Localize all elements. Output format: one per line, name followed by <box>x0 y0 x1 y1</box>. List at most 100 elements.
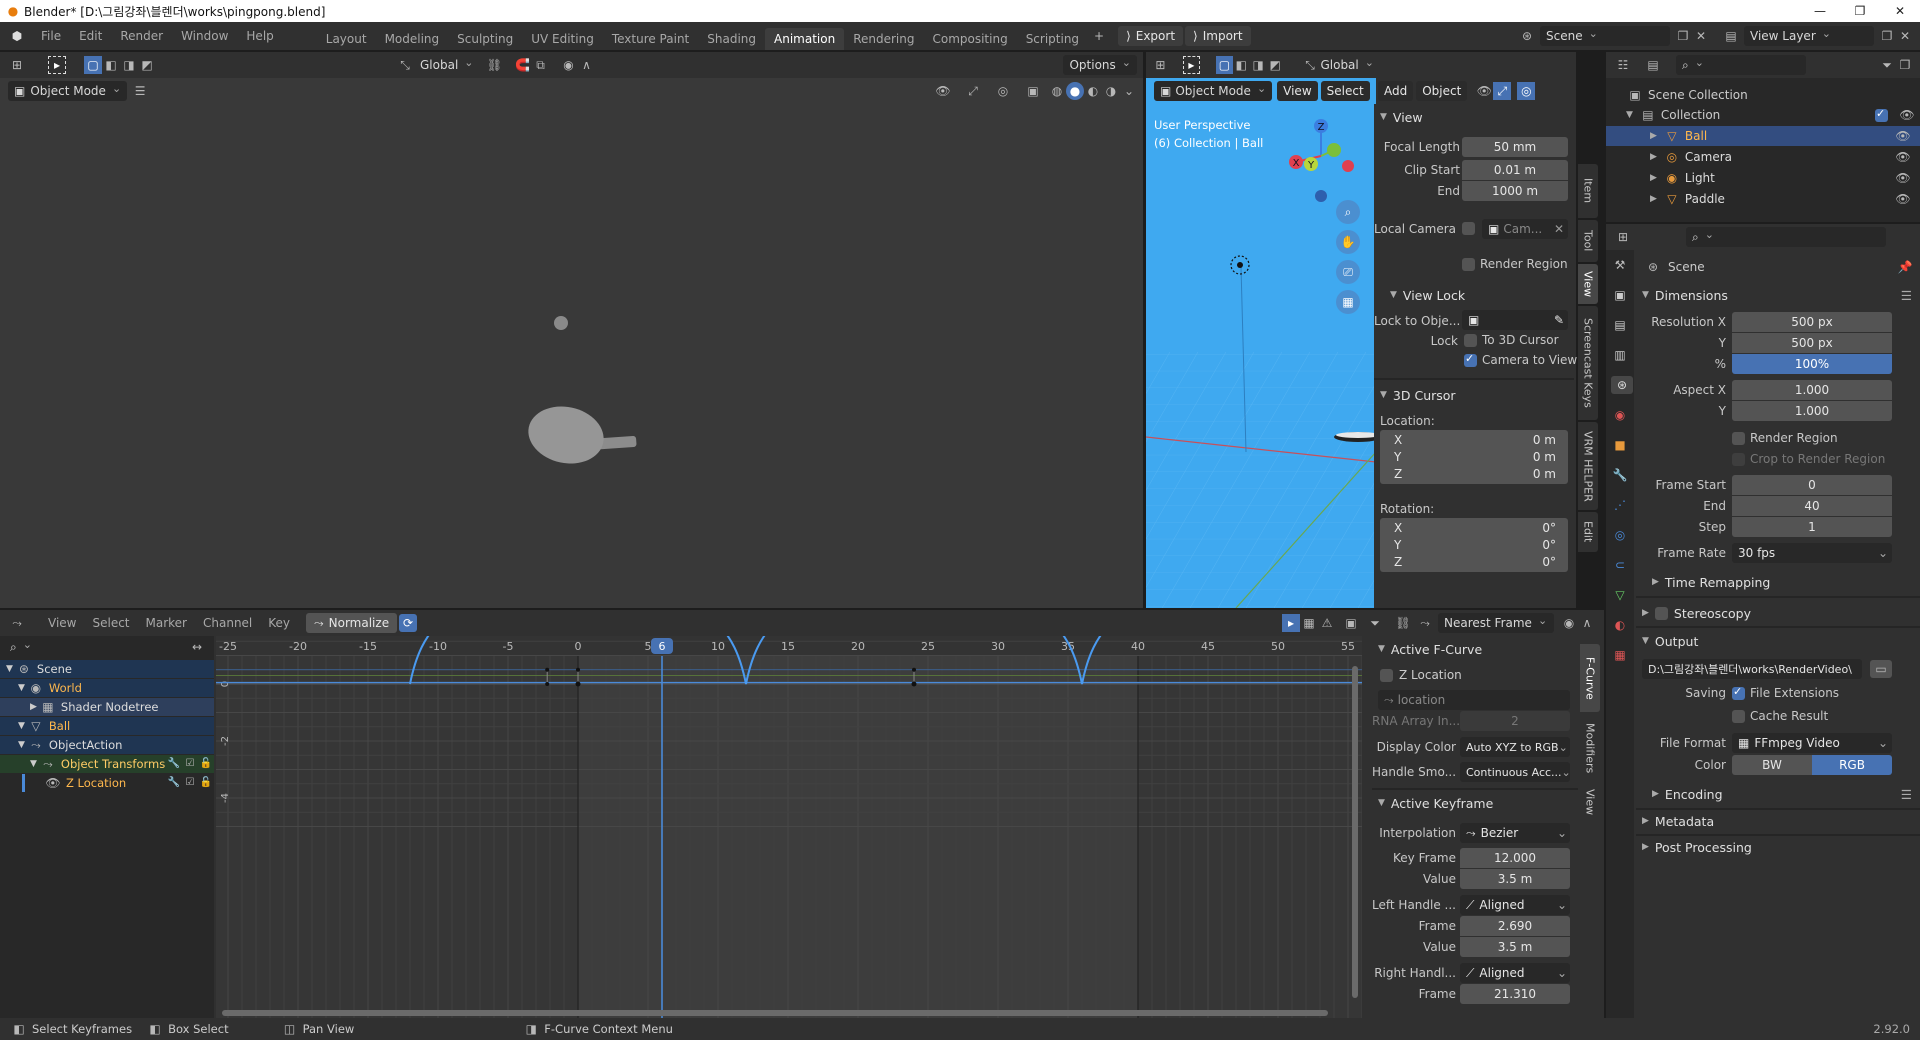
menu-render[interactable]: Render <box>111 22 172 50</box>
add-workspace-icon[interactable]: + <box>1090 27 1108 45</box>
outliner-search[interactable]: ⌕ <box>1676 55 1806 75</box>
graph-menu-key[interactable]: Key <box>260 612 298 634</box>
ortho-grid-icon[interactable]: ▦ <box>1336 290 1360 314</box>
gizmo-icon[interactable]: ⤢ <box>964 82 982 100</box>
select-mode-extend-icon[interactable]: ◧ <box>102 56 120 74</box>
fcurve-plot[interactable]: -25-20-15-10-50510152025303540455055420-… <box>216 636 1362 1018</box>
graph-tab-f-curve[interactable]: F-Curve <box>1580 644 1600 712</box>
resolution-x-field[interactable]: 500 px <box>1732 312 1892 332</box>
menu-window[interactable]: Window <box>172 22 237 50</box>
expand-channels-icon[interactable]: ↔ <box>188 638 206 656</box>
properties-tab-texture-icon[interactable]: ▦ <box>1611 646 1629 664</box>
3d-cursor-header[interactable]: ▼ 3D Cursor <box>1380 384 1456 406</box>
channel-expand-icon[interactable]: ▼ <box>6 664 13 674</box>
pan-hand-icon[interactable]: ✋ <box>1336 230 1360 254</box>
lock-icon[interactable]: 🔓 <box>198 755 214 773</box>
transform-dropdown-2[interactable]: Global <box>1318 55 1376 75</box>
select-mode-invert-icon[interactable]: ◩ <box>138 56 156 74</box>
dimensions-header[interactable]: ▼ Dimensions ☰ <box>1642 284 1912 306</box>
file-extensions-checkbox[interactable] <box>1732 685 1745 700</box>
proportional-icon[interactable]: ◉ <box>560 56 578 74</box>
expand-icon[interactable]: ▶ <box>1650 194 1657 204</box>
expand-icon[interactable]: ▶ <box>1650 152 1657 162</box>
encoding-presets-icon[interactable]: ☰ <box>1901 787 1912 802</box>
npanel-tab-item[interactable]: Item <box>1578 164 1598 218</box>
xray-icon[interactable]: ▣ <box>1024 82 1042 100</box>
active-fcurve-header[interactable]: ▼ Active F-Curve <box>1378 638 1482 660</box>
workspace-tab-texture-paint[interactable]: Texture Paint <box>603 28 698 50</box>
workspace-tab-sculpting[interactable]: Sculpting <box>448 28 522 50</box>
gizmo-icon-2[interactable]: ⤢ <box>1493 82 1512 100</box>
workspace-tab-shading[interactable]: Shading <box>698 28 765 50</box>
properties-tab-output-icon[interactable]: ▤ <box>1611 316 1629 334</box>
handle-smoothing-dropdown[interactable]: Continuous Acc... ⌄ <box>1460 762 1570 782</box>
workspace-tab-animation[interactable]: Animation <box>765 28 845 50</box>
graph-menu-marker[interactable]: Marker <box>138 612 195 634</box>
aspect-x-field[interactable]: 1.000 <box>1732 380 1892 400</box>
graph-menu-view[interactable]: View <box>40 612 84 634</box>
visibility-eye-icon[interactable]: 👁 <box>1894 190 1912 208</box>
filter-icon[interactable]: ⏷ <box>1878 56 1896 74</box>
new-view-layer-icon[interactable]: ❐ <box>1878 27 1896 45</box>
post-processing-header[interactable]: ▶ Post Processing <box>1642 836 1752 858</box>
frame-step-field[interactable]: 1 <box>1732 517 1892 537</box>
pivot-icon[interactable]: ⛓ <box>486 56 504 74</box>
modifier-toggle-icon[interactable]: 🔧 <box>166 774 182 792</box>
shading-wire-icon[interactable]: ◍ <box>1048 82 1066 100</box>
properties-tab-data-icon[interactable]: ▽ <box>1611 586 1629 604</box>
color-bw-button[interactable]: BW <box>1732 755 1812 775</box>
render-region-checkbox[interactable] <box>1462 258 1475 271</box>
crop-checkbox[interactable] <box>1732 453 1745 466</box>
channel-expand-icon[interactable]: ▼ <box>18 683 25 693</box>
channel-expand-icon[interactable]: ▼ <box>30 759 37 769</box>
frame-start-field[interactable]: 0 <box>1732 475 1892 495</box>
frame-rate-dropdown[interactable]: 30 fps ⌄ <box>1732 543 1892 563</box>
normalize-toggle[interactable]: ⤳ Normalize <box>306 613 398 633</box>
encoding-header[interactable]: ▶ Encoding ☰ <box>1652 783 1912 805</box>
select-mode-new-icon[interactable]: ▢ <box>84 56 102 74</box>
only-selected-icon[interactable]: ▸ <box>1282 614 1300 632</box>
expand-icon[interactable]: ▶ <box>1650 173 1657 183</box>
select-mode-subtract-icon-2[interactable]: ◨ <box>1250 56 1267 74</box>
visibility-eye-icon[interactable]: 👁 <box>1894 169 1912 187</box>
camera-viewport[interactable]: ⊞ ▸ ▢ ◧ ◨ ◩ ⤡ Global ⛓ 🧲 ⧉ ◉ ∧ Options ▣… <box>0 52 1143 608</box>
cache-result-checkbox[interactable] <box>1732 710 1745 723</box>
object-menu[interactable]: Object <box>1416 81 1468 101</box>
display-mode-icon[interactable]: ▤ <box>1644 56 1662 74</box>
delete-view-layer-icon[interactable]: ✕ <box>1896 27 1914 45</box>
minimize-icon[interactable]: — <box>1800 2 1840 20</box>
channel-expand-icon[interactable]: ▼ <box>18 721 25 731</box>
export-button[interactable]: ⟩ Export <box>1118 26 1184 46</box>
transform-orientation-icon-2[interactable]: ⤡ <box>1302 56 1319 74</box>
stereoscopy-checkbox[interactable] <box>1654 606 1668 620</box>
menu-edit[interactable]: Edit <box>70 22 111 50</box>
clear-camera-icon[interactable]: ✕ <box>1554 222 1564 236</box>
perspective-viewport[interactable]: ⊞ ▸ ▢ ◧ ◨ ◩ ⤡ Global ▣Object Mode View S… <box>1146 52 1376 608</box>
channel-object-transforms[interactable]: ▼ ⤳ Object Transforms 🔧 ☑ 🔓 <box>0 755 214 773</box>
editor-type-icon-2[interactable]: ⊞ <box>1152 56 1169 74</box>
new-scene-icon[interactable]: ❐ <box>1674 27 1692 45</box>
blender-menu-icon[interactable]: ⬢ <box>8 27 26 45</box>
channel-world[interactable]: ▼ ◉ World <box>0 679 214 697</box>
channel-ball[interactable]: ▼ ▽ Ball <box>0 717 214 735</box>
color-rgb-button[interactable]: RGB <box>1812 755 1892 775</box>
left-handle-dropdown[interactable]: ⟋ Aligned ⌄ <box>1460 895 1570 915</box>
hamburger-menu-icon[interactable]: ☰ <box>131 82 149 100</box>
falloff-icon-2[interactable]: ∧ <box>1578 614 1596 632</box>
show-hidden-icon[interactable]: ▦ <box>1300 614 1318 632</box>
cursor-loc-z-field[interactable]: Z0 m <box>1380 464 1568 484</box>
properties-tab-tool-icon[interactable]: ⚒ <box>1611 256 1629 274</box>
select-mode-extend-icon-2[interactable]: ◧ <box>1233 56 1250 74</box>
interpolation-dropdown[interactable]: ⤳ Bezier ⌄ <box>1460 823 1570 843</box>
collection-expand-icon[interactable]: ▼ <box>1626 110 1633 120</box>
outliner-item-light[interactable]: ▶ ◉ Light 👁 <box>1606 168 1920 188</box>
pivot-icon-2[interactable]: ⛓ <box>1394 614 1412 632</box>
close-icon[interactable]: ✕ <box>1880 2 1920 20</box>
snap-dropdown[interactable]: Nearest Frame <box>1438 613 1554 633</box>
properties-search[interactable]: ⌕ <box>1686 227 1886 247</box>
add-menu[interactable]: Add <box>1378 81 1414 101</box>
filter-icon-2[interactable]: ⏷ <box>1366 614 1384 632</box>
workspace-tab-rendering[interactable]: Rendering <box>844 28 923 50</box>
folder-icon[interactable]: ▭ <box>1870 660 1892 678</box>
frame-end-field[interactable]: 40 <box>1732 496 1892 516</box>
